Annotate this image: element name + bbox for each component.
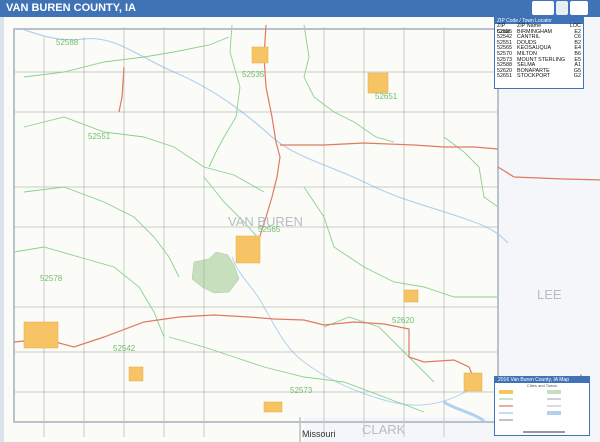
neighbor-county-clark: CLARK: [362, 422, 406, 437]
legend-park-swatch: [547, 390, 561, 394]
zip-label-52535: 52535: [242, 70, 265, 79]
zip-locator-table: ZIP Code / Town Locator ZIP Code ZIP Nam…: [494, 17, 584, 89]
legend-body: [495, 388, 589, 436]
birmingham-urban: [251, 46, 269, 64]
zip-code: 52651: [497, 73, 512, 80]
river-branch: [231, 256, 475, 406]
legend-urban-swatch: [499, 390, 513, 394]
zip-label-52588: 52588: [56, 38, 79, 47]
stockport-urban: [367, 72, 389, 94]
map-legend: 2016 Van Buren County, IA Map Cities and…: [494, 376, 590, 436]
logo-mark: [532, 1, 554, 15]
keosauqua-urban: [235, 235, 261, 264]
logo-mark: [556, 1, 568, 15]
farmington-urban: [463, 372, 483, 392]
zip-label-52573: 52573: [290, 386, 313, 395]
map-frame: VAN BUREN COUNTY, IA 52588 52535 52651 5…: [0, 0, 600, 442]
urban-areas: [23, 46, 483, 413]
zip-label-52620: 52620: [392, 316, 415, 325]
county-label: VAN BUREN: [228, 214, 303, 229]
zip-label-52651: 52651: [375, 92, 398, 101]
zip-loc: G2: [573, 73, 581, 80]
zip-label-52542: 52542: [113, 344, 136, 353]
logo-mark: [570, 1, 588, 15]
river-label: Missouri: [302, 429, 336, 439]
neighbor-county-lee: LEE: [537, 287, 562, 302]
zip-name: STOCKPORT: [517, 73, 551, 80]
bonaparte-urban: [403, 289, 419, 303]
milton-urban: [23, 321, 59, 349]
legend-water-swatch: [547, 411, 561, 415]
local-roads: [14, 27, 498, 437]
map-title: VAN BUREN COUNTY, IA: [6, 2, 136, 14]
mount-sterling-urban: [263, 401, 283, 413]
title-bar: VAN BUREN COUNTY, IA: [0, 0, 600, 17]
zip-label-52578: 52578: [40, 274, 63, 283]
zip-label-52551: 52551: [88, 132, 111, 141]
publisher-logo: [532, 1, 596, 15]
cantril-urban: [128, 366, 144, 382]
table-row: 52651 STOCKPORT G2: [495, 74, 583, 80]
